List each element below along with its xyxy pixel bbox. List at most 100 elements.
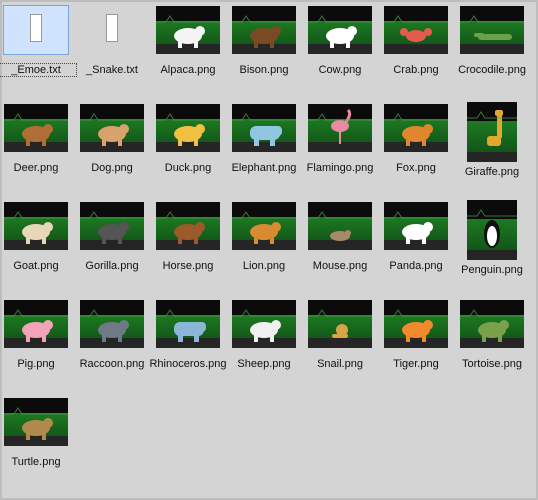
file-item[interactable]: _Emoe.txt: [0, 4, 78, 96]
goat-icon: [4, 211, 68, 244]
file-name-label: Elephant.png: [231, 162, 297, 174]
file-name-label: Turtle.png: [11, 456, 61, 468]
text-file-icon: [3, 5, 69, 55]
file-name-label: Gorilla.png: [85, 260, 139, 272]
alpaca-icon: [156, 15, 220, 48]
file-item[interactable]: Panda.png: [382, 200, 458, 292]
file-item[interactable]: Flamingo.png: [306, 102, 382, 194]
file-name-label: Crab.png: [393, 64, 439, 76]
file-item[interactable]: Crocodile.png: [458, 4, 534, 96]
image-thumbnail: [4, 398, 68, 446]
image-thumbnail: [4, 202, 68, 250]
file-name-label: Penguin.png: [461, 264, 523, 276]
file-item[interactable]: Duck.png: [154, 102, 230, 194]
image-thumbnail: [467, 200, 517, 260]
file-name-label: Horse.png: [162, 260, 214, 272]
file-item[interactable]: Goat.png: [2, 200, 78, 292]
dog-icon: [80, 113, 144, 146]
image-thumbnail: [232, 104, 296, 152]
file-grid: _Emoe.txt _Snake.txt Alpaca.png Bison.png Co…: [0, 0, 538, 500]
rhinoceros-icon: [156, 309, 220, 342]
document-page-icon: [30, 14, 42, 42]
bison-icon: [232, 15, 296, 48]
file-item[interactable]: Bison.png: [230, 4, 306, 96]
file-item[interactable]: Turtle.png: [2, 396, 78, 488]
file-item[interactable]: Penguin.png: [458, 200, 534, 292]
image-thumbnail: [80, 300, 144, 348]
cow-icon: [308, 15, 372, 48]
file-name-label: Tiger.png: [393, 358, 439, 370]
file-name-label: Fox.png: [396, 162, 436, 174]
horse-icon: [156, 211, 220, 244]
tiger-icon: [384, 309, 448, 342]
image-thumbnail: [156, 300, 220, 348]
file-item[interactable]: Alpaca.png: [154, 4, 230, 96]
file-name-label: Rhinoceros.png: [149, 358, 227, 370]
file-item[interactable]: Giraffe.png: [458, 102, 534, 194]
file-name-label: Duck.png: [164, 162, 212, 174]
file-item[interactable]: Sheep.png: [230, 298, 306, 390]
image-thumbnail: [232, 202, 296, 250]
file-name-label: _Emoe.txt: [0, 63, 77, 77]
deer-icon: [4, 113, 68, 146]
file-item[interactable]: Cow.png: [306, 4, 382, 96]
file-item[interactable]: Mouse.png: [306, 200, 382, 292]
image-thumbnail: [232, 6, 296, 54]
file-name-label: Sheep.png: [237, 358, 291, 370]
image-thumbnail: [308, 104, 372, 152]
image-thumbnail: [460, 300, 524, 348]
pig-icon: [4, 309, 68, 342]
file-item[interactable]: Horse.png: [154, 200, 230, 292]
file-name-label: Bison.png: [239, 64, 289, 76]
file-name-label: Goat.png: [13, 260, 59, 272]
image-thumbnail: [384, 300, 448, 348]
panda-icon: [384, 211, 448, 244]
flamingo-icon: [308, 108, 372, 144]
file-name-label: Crocodile.png: [458, 64, 526, 76]
snail-icon: [308, 309, 372, 338]
file-item[interactable]: Raccoon.png: [78, 298, 154, 390]
file-item[interactable]: Pig.png: [2, 298, 78, 390]
image-thumbnail: [156, 202, 220, 250]
file-item[interactable]: Deer.png: [2, 102, 78, 194]
image-thumbnail: [467, 102, 517, 162]
turtle-icon: [4, 407, 68, 440]
giraffe-icon: [467, 110, 517, 146]
file-name-label: Giraffe.png: [464, 166, 520, 178]
image-thumbnail: [308, 6, 372, 54]
file-item[interactable]: Crab.png: [382, 4, 458, 96]
image-thumbnail: [384, 104, 448, 152]
image-thumbnail: [460, 6, 524, 54]
file-item[interactable]: Tiger.png: [382, 298, 458, 390]
image-thumbnail: [308, 202, 372, 250]
sheep-icon: [232, 309, 296, 342]
file-item[interactable]: Elephant.png: [230, 102, 306, 194]
file-item[interactable]: Snail.png: [306, 298, 382, 390]
tortoise-icon: [460, 309, 524, 342]
file-item[interactable]: Tortoise.png: [458, 298, 534, 390]
file-item[interactable]: _Snake.txt: [78, 4, 154, 96]
image-thumbnail: [308, 300, 372, 348]
file-item[interactable]: Lion.png: [230, 200, 306, 292]
file-item[interactable]: Gorilla.png: [78, 200, 154, 292]
file-name-label: Cow.png: [318, 64, 362, 76]
raccoon-icon: [80, 309, 144, 342]
thumbnail-footer-bar: [467, 152, 517, 162]
file-name-label: Panda.png: [389, 260, 443, 272]
file-item[interactable]: Dog.png: [78, 102, 154, 194]
mouse-icon: [308, 211, 372, 241]
image-thumbnail: [80, 104, 144, 152]
file-name-label: _Snake.txt: [86, 64, 138, 76]
crocodile-icon: [460, 15, 524, 40]
file-item[interactable]: Rhinoceros.png: [149, 298, 230, 390]
file-name-label: Dog.png: [91, 162, 133, 174]
file-name-label: Deer.png: [13, 162, 59, 174]
image-thumbnail: [4, 104, 68, 152]
file-name-label: Snail.png: [317, 358, 363, 370]
document-page-icon: [106, 14, 118, 42]
file-name-label: Mouse.png: [312, 260, 368, 272]
file-item[interactable]: Fox.png: [382, 102, 458, 194]
gorilla-icon: [80, 211, 144, 244]
thumbnail-footer-bar: [467, 250, 517, 260]
fox-icon: [384, 113, 448, 146]
